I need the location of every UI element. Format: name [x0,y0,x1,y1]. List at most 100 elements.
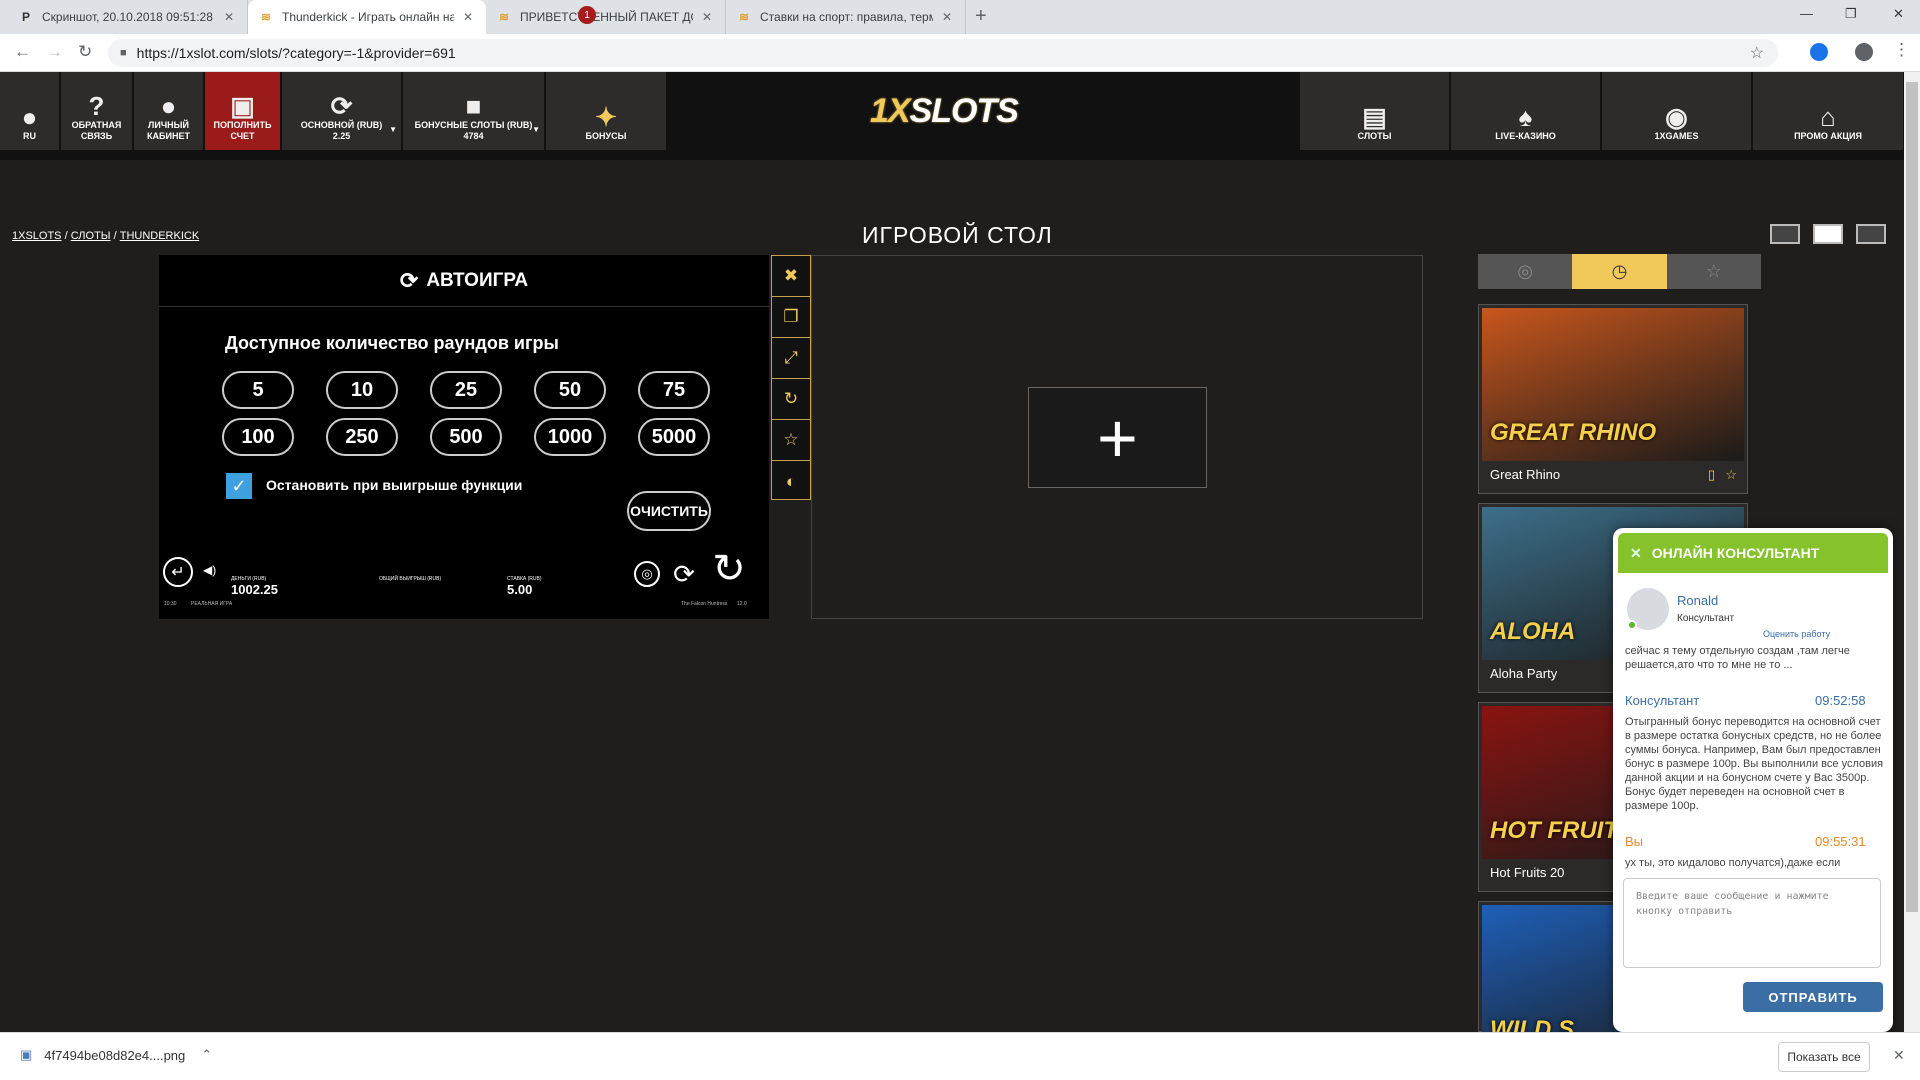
reload-icon[interactable]: ↻ [772,379,810,420]
rounds-option-button[interactable]: 25 [430,371,502,409]
game-thumbnail[interactable]: GREAT RHINO [1482,308,1744,461]
game-frame[interactable]: ⟳ АВТОИГРА Доступное количество раундов … [159,255,769,619]
rounds-option-button[interactable]: 5000 [638,418,710,456]
browser-tabbar: P Скриншот, 20.10.2018 09:51:28 - ✕ ≋ Th… [0,0,1920,34]
deposit-button[interactable]: ▣ ПОПОЛНИТЬ СЧЕТ [205,72,281,150]
browser-tab-sport[interactable]: ≋ Ставки на спорт: правила, терм ✕ [726,0,966,34]
recent-clock-icon[interactable]: ◷ [1572,254,1667,289]
site-logo[interactable]: 1XSLOTS [870,92,1019,131]
rounds-option-button[interactable]: 75 [638,371,710,409]
reload-icon[interactable]: ↻ [78,42,92,62]
language-button[interactable]: ● RU [0,72,60,150]
rounds-option-button[interactable]: 1000 [534,418,606,456]
sound-icon[interactable]: ◀) [203,563,216,577]
spin-button-icon[interactable]: ↻ [707,547,751,591]
game-name: Hot Fruits 20 [1490,865,1565,880]
chat-message-input[interactable]: Введите ваше сообщение и нажмите кнопку … [1623,878,1881,968]
close-window-icon[interactable]: ✕ [1893,6,1904,22]
close-icon[interactable]: ✕ [1893,1047,1905,1064]
close-icon[interactable]: ✕ [460,10,476,24]
maximize-icon[interactable]: ❐ [1845,6,1857,22]
breadcrumb-home[interactable]: 1XSLOTS [12,230,62,242]
url-text: https://1xslot.com/slots/?category=-1&pr… [136,45,456,61]
coins-icon: ≋ [738,10,750,24]
shield-extension-icon[interactable] [1810,43,1828,61]
rounds-option-button[interactable]: 500 [430,418,502,456]
new-games-icon[interactable]: ◎ [1478,254,1572,289]
close-icon[interactable]: ✕ [221,10,237,24]
nav-promo-label: ПРОМО АКЦИЯ [1794,131,1862,141]
feedback-label: ОБРАТНАЯ СВЯЗЬ [71,120,122,141]
favorite-star-icon[interactable]: ☆ [772,420,810,461]
close-icon[interactable]: ✕ [1630,545,1642,562]
main-balance-button[interactable]: ⟳ ОСНОВНОЙ (RUB) 2.25 ▼ [282,72,402,150]
breadcrumb-provider[interactable]: THUNDERKICK [120,230,199,242]
favorites-star-icon[interactable]: ☆ [1667,254,1761,289]
add-game-button[interactable]: + [1028,387,1207,488]
clear-button[interactable]: ОЧИСТИТЬ [627,491,711,531]
close-icon[interactable]: ✕ [699,10,715,24]
stop-on-feature-checkbox[interactable]: ✓ [226,473,252,499]
fullscreen-icon[interactable]: ⤢ [772,338,810,379]
bonus-slots-button[interactable]: ■ БОНУСНЫЕ СЛОТЫ (RUB) 4784 ▼ [403,72,545,150]
nav-promo[interactable]: ⌂ ПРОМО АКЦИЯ [1753,72,1904,150]
minimize-icon[interactable]: — [1800,6,1813,21]
message-author: Консультант [1625,693,1700,708]
game-thumbnail-title: ALOHA [1490,618,1576,645]
coin-icon[interactable]: ◎ [634,561,660,587]
download-item[interactable]: ▣ 4f7494be08d82e4....png ⌃ [20,1047,212,1063]
send-button[interactable]: ОТПРАВИТЬ [1743,982,1883,1012]
back-icon[interactable]: ← [14,42,31,62]
chat-widget: ✕ ОНЛАЙН КОНСУЛЬТАНТ Ronald Консультант … [1613,528,1893,1032]
page-scrollbar-thumb[interactable] [1906,82,1918,912]
browser-tab-welcome[interactable]: ≋ ПРИВЕТСТВЕННЫЙ ПАКЕТ ДО € ✕ [486,0,726,34]
nav-live-casino[interactable]: ♠ LIVE-КАЗИНО [1451,72,1601,150]
account-button[interactable]: ● ЛИЧНЫЙ КАБИНЕТ [134,72,204,150]
bonuses-button[interactable]: ✦ БОНУСЫ [546,72,667,150]
close-icon[interactable]: ✖ [772,256,810,297]
games-filter: ◎ ◷ ☆ [1478,254,1761,289]
autoplay-icon: ⟳ [399,267,419,293]
toggle-icon[interactable]: ◐ [772,461,810,502]
show-all-button[interactable]: Показать все [1778,1042,1870,1072]
chat-title: ОНЛАЙН КОНСУЛЬТАНТ [1651,545,1820,561]
breadcrumb-slots[interactable]: СЛОТЫ [71,230,111,242]
rounds-option-button[interactable]: 250 [326,418,398,456]
bonus-slots-label: БОНУСНЫЕ СЛОТЫ (RUB) [414,120,533,130]
browser-tab-screenshot[interactable]: P Скриншот, 20.10.2018 09:51:28 - ✕ [8,0,248,34]
view-single-icon[interactable] [1770,224,1800,244]
view-double-icon[interactable] [1813,224,1843,244]
forward-icon[interactable]: → [46,42,63,62]
nav-1xgames[interactable]: ◉ 1XGAMES [1602,72,1752,150]
feedback-button[interactable]: ? ОБРАТНАЯ СВЯЗЬ [61,72,133,150]
view-quad-icon[interactable] [1856,224,1886,244]
copy-icon[interactable]: ❐ [772,297,810,338]
new-tab-button[interactable]: + [975,5,987,28]
menu-kebab-icon[interactable]: ⋮ [1893,40,1910,60]
rounds-option-button[interactable]: 100 [222,418,294,456]
rounds-option-button[interactable]: 5 [222,371,294,409]
cash-icon: ▣ [230,91,255,121]
autoplay-title: АВТОИГРА [426,269,529,291]
nav-slots[interactable]: ▤ СЛОТЫ [1300,72,1450,150]
tab-title: Ставки на спорт: правила, терм [760,10,933,24]
game-card[interactable]: GREAT RHINO Great Rhino ▯ ☆ [1478,304,1748,494]
chat-question-icon: ? [88,91,105,121]
rounds-option-button[interactable]: 10 [326,371,398,409]
rate-link[interactable]: Оценить работу [1763,627,1830,641]
chevron-up-icon[interactable]: ⌃ [201,1047,212,1063]
game-name: Aloha Party [1490,666,1558,681]
bonus-count-badge: 1 [578,6,596,24]
rounds-option-button[interactable]: 50 [534,371,606,409]
tab-title: Скриншот, 20.10.2018 09:51:28 - [42,10,215,24]
autoplay-header: ⟳ АВТОИГРА [159,255,769,307]
bookmark-star-icon[interactable]: ☆ [1750,43,1764,63]
profile-icon[interactable] [1855,43,1873,61]
close-icon[interactable]: ✕ [939,10,955,24]
favorite-star-icon[interactable]: ☆ [1725,467,1737,483]
browser-tab-thunderkick[interactable]: ≋ Thunderkick - Играть онлайн на ✕ [248,0,486,34]
autoplay-button-icon[interactable]: ⟳ [669,559,699,589]
breadcrumb: 1XSLOTS / СЛОТЫ / THUNDERKICK [12,230,199,242]
back-arrow-icon[interactable]: ↵ [163,557,193,587]
url-field[interactable]: ■ https://1xslot.com/slots/?category=-1&… [108,39,1778,67]
